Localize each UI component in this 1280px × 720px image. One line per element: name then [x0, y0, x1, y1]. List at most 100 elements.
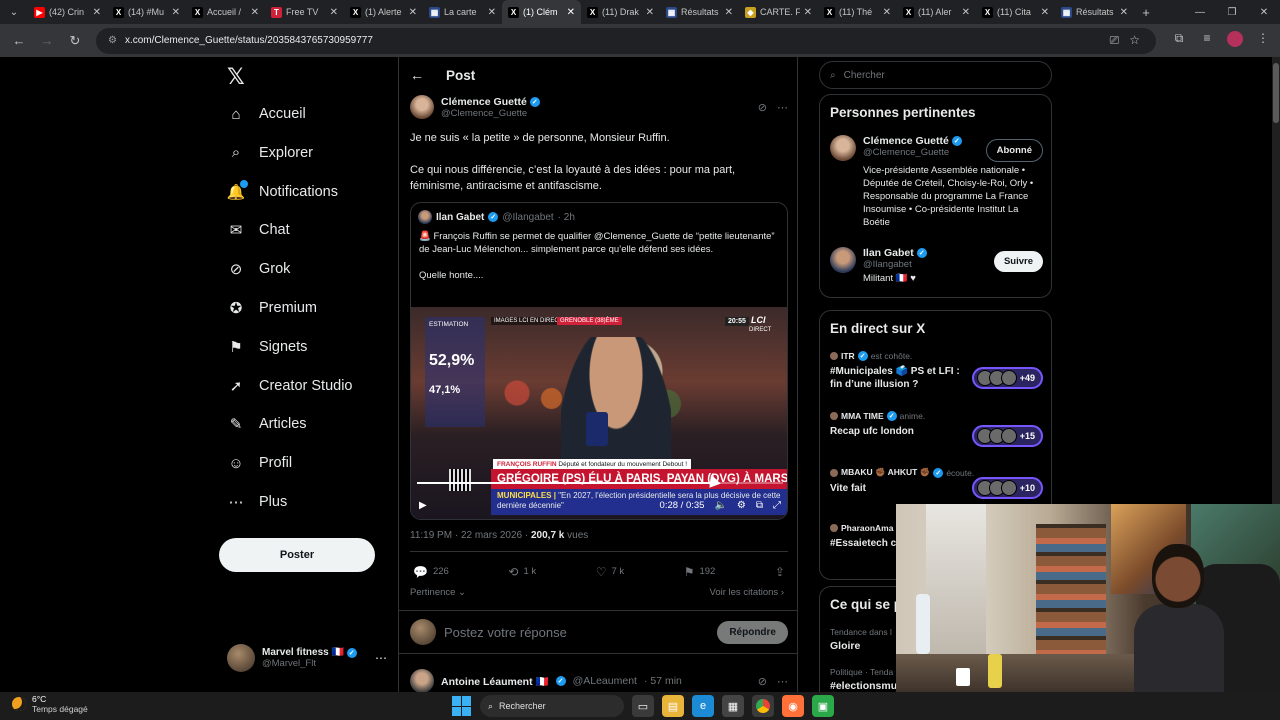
- browser-tab[interactable]: X (11) Cita ✕: [976, 0, 1055, 24]
- live-space[interactable]: MMA TIME ✓ anime. Recap ufc london +15: [830, 411, 1043, 447]
- site-info-icon[interactable]: ⚙: [108, 35, 117, 46]
- x-logo-icon[interactable]: 𝕏: [227, 65, 245, 90]
- close-tab-icon[interactable]: ✕: [725, 7, 733, 18]
- author-name[interactable]: Clémence Guetté ✓: [441, 96, 540, 108]
- bookmark-button[interactable]: ⚑ 192: [684, 565, 716, 579]
- tab-groups-icon[interactable]: ≡: [1198, 31, 1216, 50]
- close-tab-icon[interactable]: ✕: [567, 7, 575, 18]
- close-tab-icon[interactable]: ✕: [646, 7, 654, 18]
- nav-item-grok[interactable]: ⊘ Grok: [219, 252, 291, 286]
- browser-tab[interactable]: X (11) Aler ✕: [897, 0, 976, 24]
- reply-submit-button[interactable]: Répondre: [717, 620, 788, 644]
- browser-tab[interactable]: ◆ CARTE. F ✕: [739, 0, 818, 24]
- like-button[interactable]: ♡ 7 k: [596, 565, 624, 579]
- nav-item-creator-studio[interactable]: ➚ Creator Studio: [219, 369, 353, 403]
- nav-item-profil[interactable]: ☺ Profil: [219, 446, 292, 480]
- fullscreen-icon[interactable]: ⤢: [773, 500, 781, 511]
- next-reply[interactable]: Antoine Léaument 🇫🇷 ✓ @ALeaument · 57 mi…: [410, 669, 788, 692]
- close-tab-icon[interactable]: ✕: [330, 7, 338, 18]
- live-space[interactable]: MBAKU ✊🏾 AHKUT ✊🏾 ✓ écoute. Vite fait +10: [830, 467, 1043, 499]
- video-progress-bar[interactable]: [417, 482, 783, 484]
- nav-item-plus[interactable]: ⋯ Plus: [219, 485, 288, 519]
- repost-button[interactable]: ⟲ 1 k: [508, 565, 536, 579]
- video-player[interactable]: ESTIMATION 52,9% 47,1% IMAGES LCI EN DIR…: [411, 307, 787, 519]
- edge-icon[interactable]: e: [692, 695, 714, 717]
- browser-tab[interactable]: X (11) Drak ✕: [581, 0, 660, 24]
- browser-tab[interactable]: X (14) #Mu ✕: [107, 0, 186, 24]
- store-icon[interactable]: ▦: [722, 695, 744, 717]
- windows-start-icon[interactable]: [452, 696, 472, 716]
- taskbar-search[interactable]: ⌕ Rechercher: [480, 695, 624, 717]
- close-tab-icon[interactable]: ✕: [172, 7, 180, 18]
- post-button[interactable]: Poster: [219, 538, 375, 572]
- live-space[interactable]: ITR ✓ est cohôte. #Municipales 🗳️ PS et LFI…: [830, 351, 1043, 391]
- reload-icon[interactable]: ↻: [64, 30, 86, 52]
- close-tab-icon[interactable]: ✕: [93, 7, 101, 18]
- close-tab-icon[interactable]: ✕: [1120, 7, 1128, 18]
- search-input[interactable]: ⌕ Chercher: [819, 61, 1052, 89]
- install-app-icon[interactable]: ⎚: [1110, 33, 1120, 48]
- chrome-icon[interactable]: [752, 695, 774, 717]
- trend-name[interactable]: #electionsmu: [830, 680, 897, 692]
- file-explorer-icon[interactable]: ▤: [662, 695, 684, 717]
- bookmark-star-icon[interactable]: ☆: [1129, 33, 1140, 48]
- reply-button[interactable]: 💬 226: [413, 565, 449, 579]
- volume-icon[interactable]: 🔈: [714, 500, 726, 511]
- view-quotes-link[interactable]: Voir les citations ›: [710, 587, 784, 598]
- post-more-icon[interactable]: ⋯: [777, 101, 788, 114]
- quoted-post[interactable]: Ilan Gabet ✓ @Ilangabet · 2h 🚨 François …: [410, 202, 788, 520]
- nav-item-explorer[interactable]: ⌕ Explorer: [219, 136, 313, 170]
- url-input[interactable]: ⚙ x.com/Clemence_Guette/status/203584376…: [96, 27, 1156, 54]
- forward-arrow-icon[interactable]: →: [36, 30, 58, 52]
- back-icon[interactable]: ←: [410, 67, 424, 83]
- maximize-icon[interactable]: ❐: [1216, 0, 1248, 24]
- share-button[interactable]: ⇪: [775, 565, 785, 579]
- nav-item-articles[interactable]: ✎ Articles: [219, 407, 307, 441]
- close-tab-icon[interactable]: ✕: [409, 7, 417, 18]
- minimize-icon[interactable]: —: [1184, 0, 1216, 24]
- following-button[interactable]: Abonné: [985, 139, 1043, 162]
- firefox-icon[interactable]: ◉: [782, 695, 804, 717]
- grok-explain-icon[interactable]: ⊘: [758, 101, 767, 114]
- app-icon[interactable]: ▣: [812, 695, 834, 717]
- trend-name[interactable]: Gloire: [830, 640, 860, 652]
- account-switcher[interactable]: Marvel fitness 🇫🇷 ✓ @Marvel_Flt ⋯: [227, 643, 387, 673]
- nav-item-premium[interactable]: ✪ Premium: [219, 291, 317, 325]
- extensions-icon[interactable]: ⧉: [1170, 31, 1188, 50]
- browser-tab[interactable]: ▦ Résultats ✕: [660, 0, 739, 24]
- weather-widget[interactable]: 6°C Temps dégagé: [12, 694, 88, 714]
- reply-input[interactable]: Postez votre réponse: [444, 625, 567, 640]
- nav-item-notifications[interactable]: 🔔 Notifications: [219, 175, 338, 209]
- browser-tab[interactable]: ▦ La carte ✕: [423, 0, 502, 24]
- reply-more-icon[interactable]: ⋯: [777, 675, 788, 688]
- close-tab-icon[interactable]: ✕: [962, 7, 970, 18]
- person-ilan[interactable]: Ilan Gabet ✓ @Ilangabet Militant 🇫🇷 ♥ Sui…: [830, 247, 1043, 285]
- settings-icon[interactable]: ⚙: [737, 500, 746, 511]
- close-tab-icon[interactable]: ✕: [883, 7, 891, 18]
- close-tab-icon[interactable]: ✕: [251, 7, 259, 18]
- task-view-icon[interactable]: ▭: [632, 695, 654, 717]
- close-tab-icon[interactable]: ✕: [488, 7, 496, 18]
- nav-item-signets[interactable]: ⚑ Signets: [219, 330, 307, 364]
- nav-item-chat[interactable]: ✉ Chat: [219, 213, 290, 247]
- nav-item-accueil[interactable]: ⌂ Accueil: [219, 97, 305, 131]
- author-handle[interactable]: @Clemence_Guette: [441, 108, 540, 119]
- browser-tab[interactable]: X (11) Thé ✕: [818, 0, 897, 24]
- browser-tab[interactable]: X Accueil / ✕: [186, 0, 265, 24]
- profile-avatar[interactable]: [1226, 31, 1244, 50]
- author-avatar[interactable]: [410, 95, 434, 119]
- sort-dropdown[interactable]: Pertinence ⌄: [410, 587, 466, 598]
- menu-icon[interactable]: ⋮: [1254, 31, 1272, 50]
- browser-tab[interactable]: X (1) Clém ✕: [502, 0, 581, 24]
- close-tab-icon[interactable]: ✕: [804, 7, 812, 18]
- pip-icon[interactable]: ⧉: [756, 500, 763, 511]
- close-tab-icon[interactable]: ✕: [1041, 7, 1049, 18]
- tab-search-icon[interactable]: ⌄: [0, 0, 28, 24]
- new-tab-button[interactable]: +: [1134, 5, 1158, 20]
- person-clemence[interactable]: Clémence Guetté ✓ @Clemence_Guette Vice-p…: [830, 135, 1043, 229]
- play-icon[interactable]: ▶: [419, 500, 427, 511]
- browser-tab[interactable]: ▦ Résultats ✕: [1055, 0, 1134, 24]
- browser-tab[interactable]: ▶ (42) Crin ✕: [28, 0, 107, 24]
- account-more-icon[interactable]: ⋯: [375, 651, 387, 665]
- browser-tab[interactable]: X (1) Alerte ✕: [344, 0, 423, 24]
